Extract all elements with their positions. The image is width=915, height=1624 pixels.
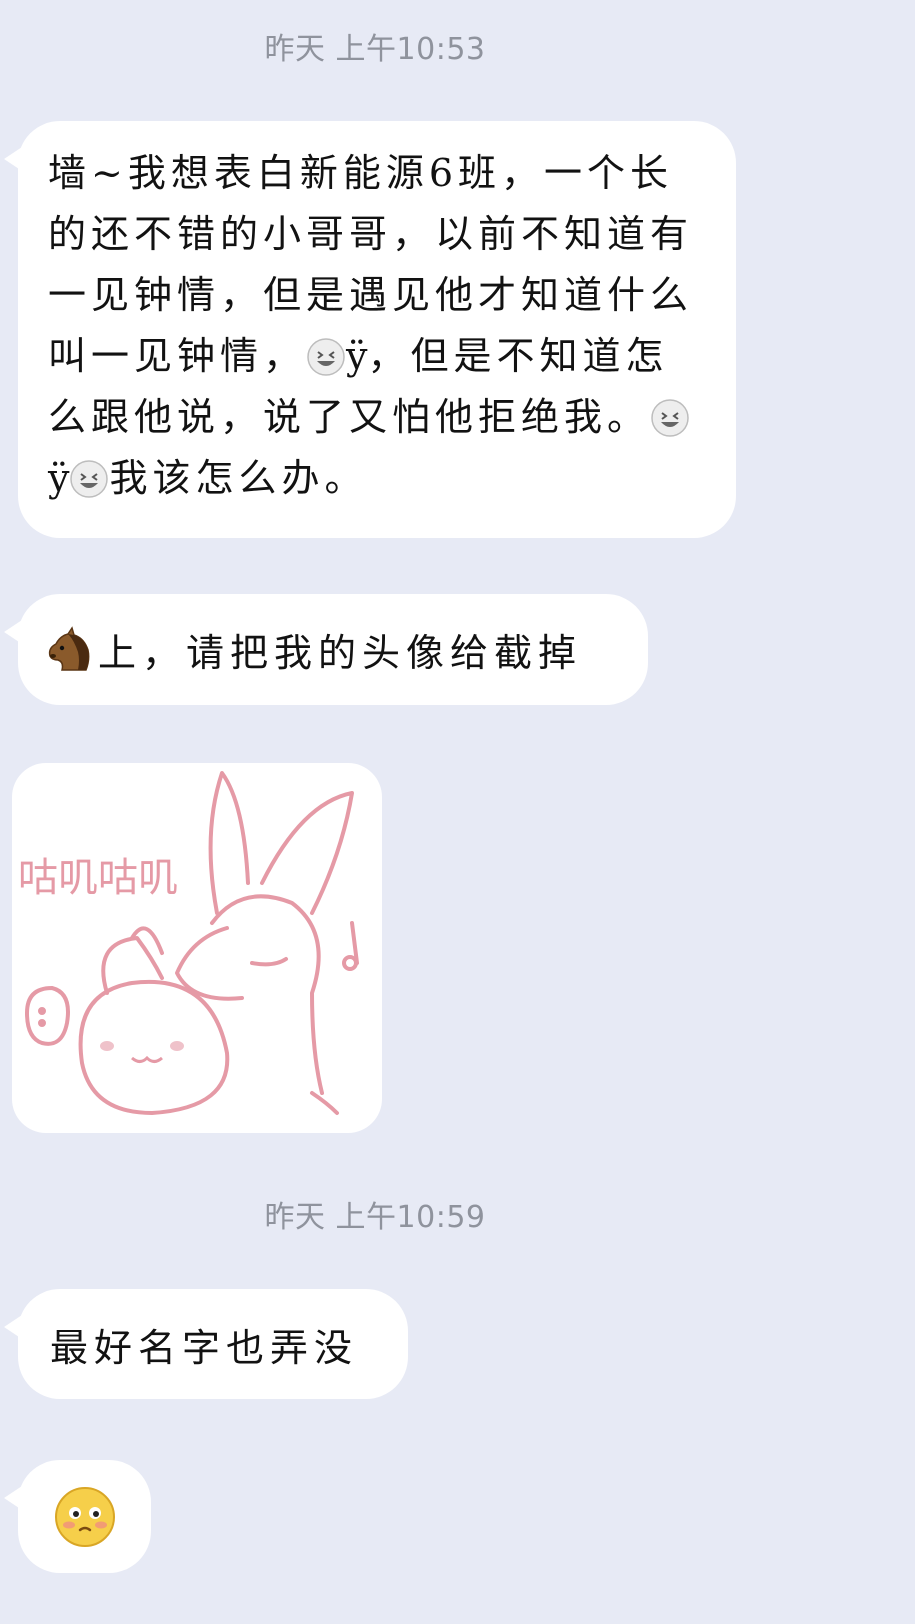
message-text: 上，请把我的头像给截掉 <box>98 631 583 675</box>
grin-emoji-icon <box>306 334 346 376</box>
timestamp: 昨天 上午10:59 <box>264 1200 486 1235</box>
timestamp: 昨天 上午10:53 <box>264 32 486 67</box>
garbled-glyph: ÿ <box>346 334 368 378</box>
emoji-message[interactable] <box>4 1460 151 1573</box>
flushed-emoji-icon <box>54 1486 115 1547</box>
sticker-message[interactable]: 咕叽咕叽 <box>12 763 382 1133</box>
message-bubble[interactable]: 最好名字也弄没 <box>4 1289 408 1399</box>
horse-emoji-icon <box>44 625 94 674</box>
garbled-glyph: ÿ <box>48 456 70 500</box>
message-bubble[interactable]: 上，请把我的头像给截掉 <box>4 594 648 705</box>
message-text: 最好名字也弄没 <box>50 1325 359 1370</box>
grin-emoji-icon <box>650 395 690 437</box>
message-bubble[interactable]: 墙~我想表白新能源6班，一个长的还不错的小哥哥，以前不知道有一见钟情，但是遇见他… <box>4 121 736 538</box>
message-text: 我该怎么办。 <box>109 456 368 500</box>
bunny-sticker: 咕叽咕叽 <box>18 771 359 1115</box>
sticker-text: 咕叽咕叽 <box>18 855 178 901</box>
grin-emoji-icon <box>69 456 109 498</box>
